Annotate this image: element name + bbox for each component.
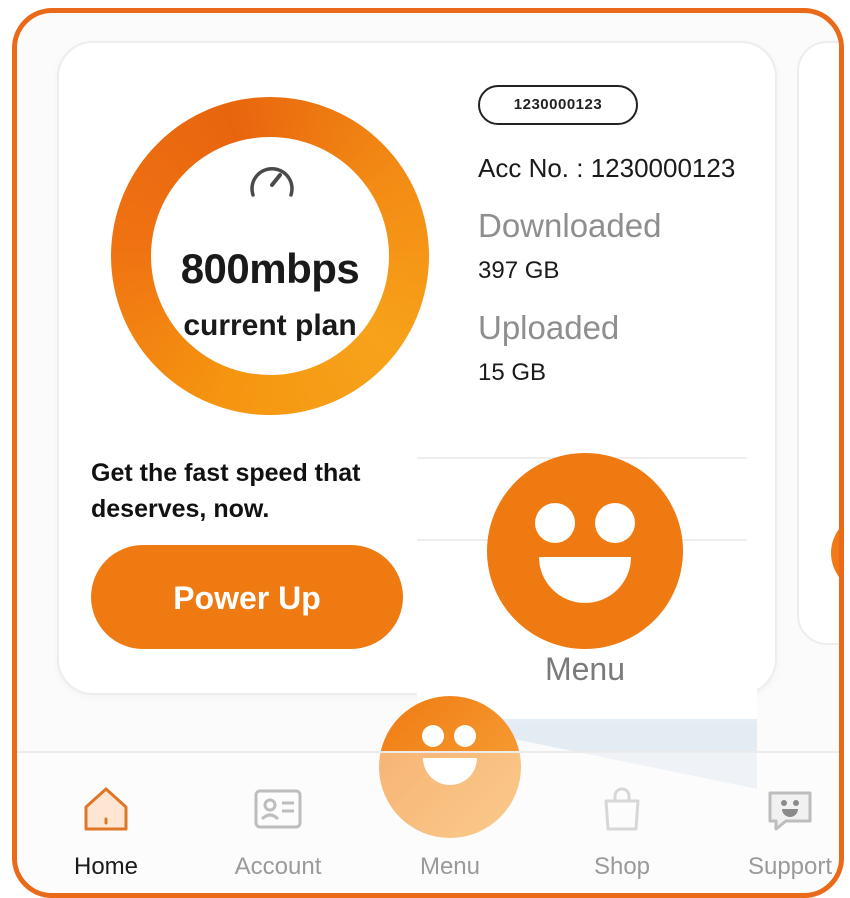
nav-item-support[interactable]: Support	[715, 781, 839, 881]
smiley-face-icon[interactable]	[487, 453, 683, 649]
current-plan-label: current plan	[183, 309, 357, 342]
nav-item-shop[interactable]: Shop	[547, 781, 697, 881]
id-card-icon	[254, 789, 302, 829]
app-frame: 800mbps current plan 1230000123 Acc No. …	[12, 8, 844, 898]
menu-popover-label: Menu	[544, 651, 626, 687]
home-icon	[84, 787, 128, 831]
account-number-badge: 1230000123	[478, 85, 638, 125]
next-card-peek[interactable]	[797, 41, 839, 645]
speed-ring: 800mbps current plan	[111, 97, 429, 415]
nav-label-support: Support	[747, 853, 833, 880]
nav-item-home[interactable]: Home	[31, 781, 181, 881]
chat-smiley-icon	[768, 791, 812, 831]
nav-item-account[interactable]: Account	[203, 781, 353, 881]
peek-circle	[831, 513, 839, 593]
nav-label-shop: Shop	[593, 853, 651, 880]
nav-label-menu: Menu	[419, 853, 481, 880]
current-speed: 800mbps	[180, 245, 360, 292]
uploaded-label: Uploaded	[478, 309, 620, 346]
account-number: Acc No. : 1230000123	[478, 153, 736, 183]
uploaded-value: 15 GB	[478, 359, 547, 386]
nav-label-account: Account	[234, 853, 322, 880]
menu-nav-spacer	[422, 781, 478, 837]
speedometer-icon	[250, 167, 294, 197]
speed-ring-center: 800mbps current plan	[151, 137, 389, 375]
nav-label-home: Home	[73, 853, 139, 880]
downloaded-value: 397 GB	[478, 257, 560, 284]
promo-text: Get the fast speed that deserves, now.	[91, 459, 361, 523]
nav-item-menu[interactable]: Menu	[375, 781, 525, 881]
downloaded-label: Downloaded	[478, 207, 662, 244]
power-up-button[interactable]: Power Up	[91, 545, 403, 649]
bottom-nav: Home Account Menu Shop Support	[17, 751, 839, 893]
shopping-bag-icon	[604, 787, 640, 831]
